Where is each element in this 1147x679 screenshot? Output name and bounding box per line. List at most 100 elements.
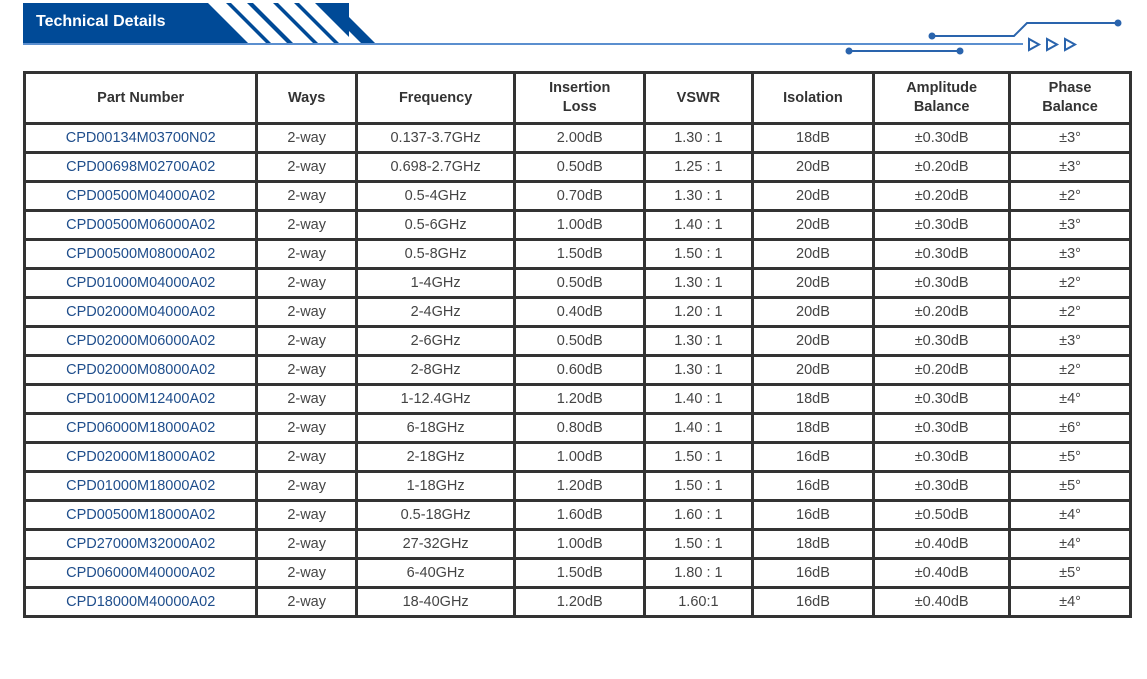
header-decoration: [23, 3, 1122, 55]
phase-balance-cell: ±2°: [1008, 354, 1132, 386]
amplitude-balance-cell: ±0.20dB: [872, 354, 1012, 386]
table-body: CPD00134M03700N02 2-way 0.137-3.7GHz 2.00dB…: [22, 122, 1132, 618]
frequency-cell: 1-12.4GHz: [354, 383, 517, 415]
ways-cell: 2-way: [255, 151, 358, 183]
part-number-cell[interactable]: CPD02000M06000A02: [22, 325, 259, 357]
part-number-cell[interactable]: CPD02000M04000A02: [22, 296, 259, 328]
vswr-cell: 1.20 : 1: [643, 296, 754, 328]
amplitude-balance-cell: ±0.30dB: [872, 267, 1012, 299]
amplitude-balance-cell: ±0.30dB: [872, 383, 1012, 415]
ways-cell: 2-way: [255, 586, 358, 618]
phase-balance-cell: ±5°: [1008, 557, 1132, 589]
ways-cell: 2-way: [255, 354, 358, 386]
part-number-cell[interactable]: CPD27000M32000A02: [22, 528, 259, 560]
insertion-loss-cell: 1.00dB: [513, 528, 647, 560]
vswr-cell: 1.30 : 1: [643, 267, 754, 299]
table-row: CPD00698M02700A02 2-way 0.698-2.7GHz 0.50dB…: [22, 151, 1132, 183]
table-row: CPD18000M40000A02 2-way 18-40GHz 1.20dB 1.60…: [22, 586, 1132, 618]
table-row: CPD00134M03700N02 2-way 0.137-3.7GHz 2.00dB…: [22, 122, 1132, 154]
section-header: Technical Details: [23, 3, 1147, 63]
vswr-cell: 1.30 : 1: [643, 325, 754, 357]
insertion-loss-cell: 1.50dB: [513, 238, 647, 270]
table-row: CPD01000M18000A02 2-way 1-18GHz 1.20dB 1.50 …: [22, 470, 1132, 502]
vswr-cell: 1.30 : 1: [643, 180, 754, 212]
part-number-cell[interactable]: CPD00500M08000A02: [22, 238, 259, 270]
frequency-cell: 0.137-3.7GHz: [354, 122, 517, 154]
isolation-cell: 16dB: [750, 586, 876, 618]
table-row: CPD27000M32000A02 2-way 27-32GHz 1.00dB 1.50…: [22, 528, 1132, 560]
ways-cell: 2-way: [255, 325, 358, 357]
amplitude-balance-cell: ±0.30dB: [872, 412, 1012, 444]
header-isolation: Isolation: [750, 71, 876, 125]
header-part-number: Part Number: [22, 71, 259, 125]
part-number-cell[interactable]: CPD01000M04000A02: [22, 267, 259, 299]
frequency-cell: 0.5-4GHz: [354, 180, 517, 212]
vswr-cell: 1.40 : 1: [643, 383, 754, 415]
vswr-cell: 1.40 : 1: [643, 209, 754, 241]
vswr-cell: 1.25 : 1: [643, 151, 754, 183]
frequency-cell: 2-6GHz: [354, 325, 517, 357]
isolation-cell: 18dB: [750, 412, 876, 444]
table-row: CPD02000M06000A02 2-way 2-6GHz 0.50dB 1.30 :…: [22, 325, 1132, 357]
ways-cell: 2-way: [255, 180, 358, 212]
part-number-cell[interactable]: CPD06000M18000A02: [22, 412, 259, 444]
frequency-cell: 6-18GHz: [354, 412, 517, 444]
header-vswr: VSWR: [643, 71, 754, 125]
amplitude-balance-cell: ±0.30dB: [872, 238, 1012, 270]
ways-cell: 2-way: [255, 528, 358, 560]
table-row: CPD00500M06000A02 2-way 0.5-6GHz 1.00dB 1.40…: [22, 209, 1132, 241]
isolation-cell: 16dB: [750, 441, 876, 473]
phase-balance-cell: ±3°: [1008, 238, 1132, 270]
amplitude-balance-cell: ±0.30dB: [872, 325, 1012, 357]
amplitude-balance-cell: ±0.30dB: [872, 209, 1012, 241]
phase-balance-cell: ±4°: [1008, 383, 1132, 415]
amplitude-balance-cell: ±0.30dB: [872, 122, 1012, 154]
insertion-loss-cell: 1.20dB: [513, 470, 647, 502]
isolation-cell: 20dB: [750, 209, 876, 241]
insertion-loss-cell: 1.20dB: [513, 586, 647, 618]
triangle-arrow-icon: [1046, 37, 1060, 52]
header-frequency: Frequency: [354, 71, 517, 125]
frequency-cell: 0.5-8GHz: [354, 238, 517, 270]
part-number-cell[interactable]: CPD00500M18000A02: [22, 499, 259, 531]
phase-balance-cell: ±3°: [1008, 151, 1132, 183]
phase-balance-cell: ±2°: [1008, 296, 1132, 328]
phase-balance-cell: ±2°: [1008, 267, 1132, 299]
phase-balance-cell: ±5°: [1008, 470, 1132, 502]
ways-cell: 2-way: [255, 209, 358, 241]
insertion-loss-cell: 1.00dB: [513, 441, 647, 473]
table-row: CPD00500M18000A02 2-way 0.5-18GHz 1.60dB 1.6…: [22, 499, 1132, 531]
part-number-cell[interactable]: CPD06000M40000A02: [22, 557, 259, 589]
insertion-loss-cell: 1.20dB: [513, 383, 647, 415]
part-number-cell[interactable]: CPD00500M04000A02: [22, 180, 259, 212]
ways-cell: 2-way: [255, 557, 358, 589]
part-number-cell[interactable]: CPD01000M18000A02: [22, 470, 259, 502]
part-number-cell[interactable]: CPD00134M03700N02: [22, 122, 259, 154]
vswr-cell: 1.30 : 1: [643, 122, 754, 154]
ways-cell: 2-way: [255, 470, 358, 502]
phase-balance-cell: ±6°: [1008, 412, 1132, 444]
vswr-cell: 1.60 : 1: [643, 499, 754, 531]
stripes-decoration: [208, 3, 375, 43]
part-number-cell[interactable]: CPD18000M40000A02: [22, 586, 259, 618]
part-number-cell[interactable]: CPD01000M12400A02: [22, 383, 259, 415]
isolation-cell: 16dB: [750, 557, 876, 589]
insertion-loss-cell: 0.60dB: [513, 354, 647, 386]
isolation-cell: 16dB: [750, 470, 876, 502]
vswr-cell: 1.40 : 1: [643, 412, 754, 444]
table-row: CPD06000M18000A02 2-way 6-18GHz 0.80dB 1.40 …: [22, 412, 1132, 444]
part-number-cell[interactable]: CPD02000M18000A02: [22, 441, 259, 473]
frequency-cell: 0.5-18GHz: [354, 499, 517, 531]
vswr-cell: 1.60:1: [643, 586, 754, 618]
part-number-cell[interactable]: CPD02000M08000A02: [22, 354, 259, 386]
insertion-loss-cell: 0.50dB: [513, 325, 647, 357]
frequency-cell: 27-32GHz: [354, 528, 517, 560]
insertion-loss-cell: 1.60dB: [513, 499, 647, 531]
part-number-cell[interactable]: CPD00500M06000A02: [22, 209, 259, 241]
frequency-cell: 1-18GHz: [354, 470, 517, 502]
table-row: CPD02000M18000A02 2-way 2-18GHz 1.00dB 1.50 …: [22, 441, 1132, 473]
table-row: CPD06000M40000A02 2-way 6-40GHz 1.50dB 1.80 …: [22, 557, 1132, 589]
table-row: CPD01000M04000A02 2-way 1-4GHz 0.50dB 1.30 :…: [22, 267, 1132, 299]
ways-cell: 2-way: [255, 238, 358, 270]
part-number-cell[interactable]: CPD00698M02700A02: [22, 151, 259, 183]
